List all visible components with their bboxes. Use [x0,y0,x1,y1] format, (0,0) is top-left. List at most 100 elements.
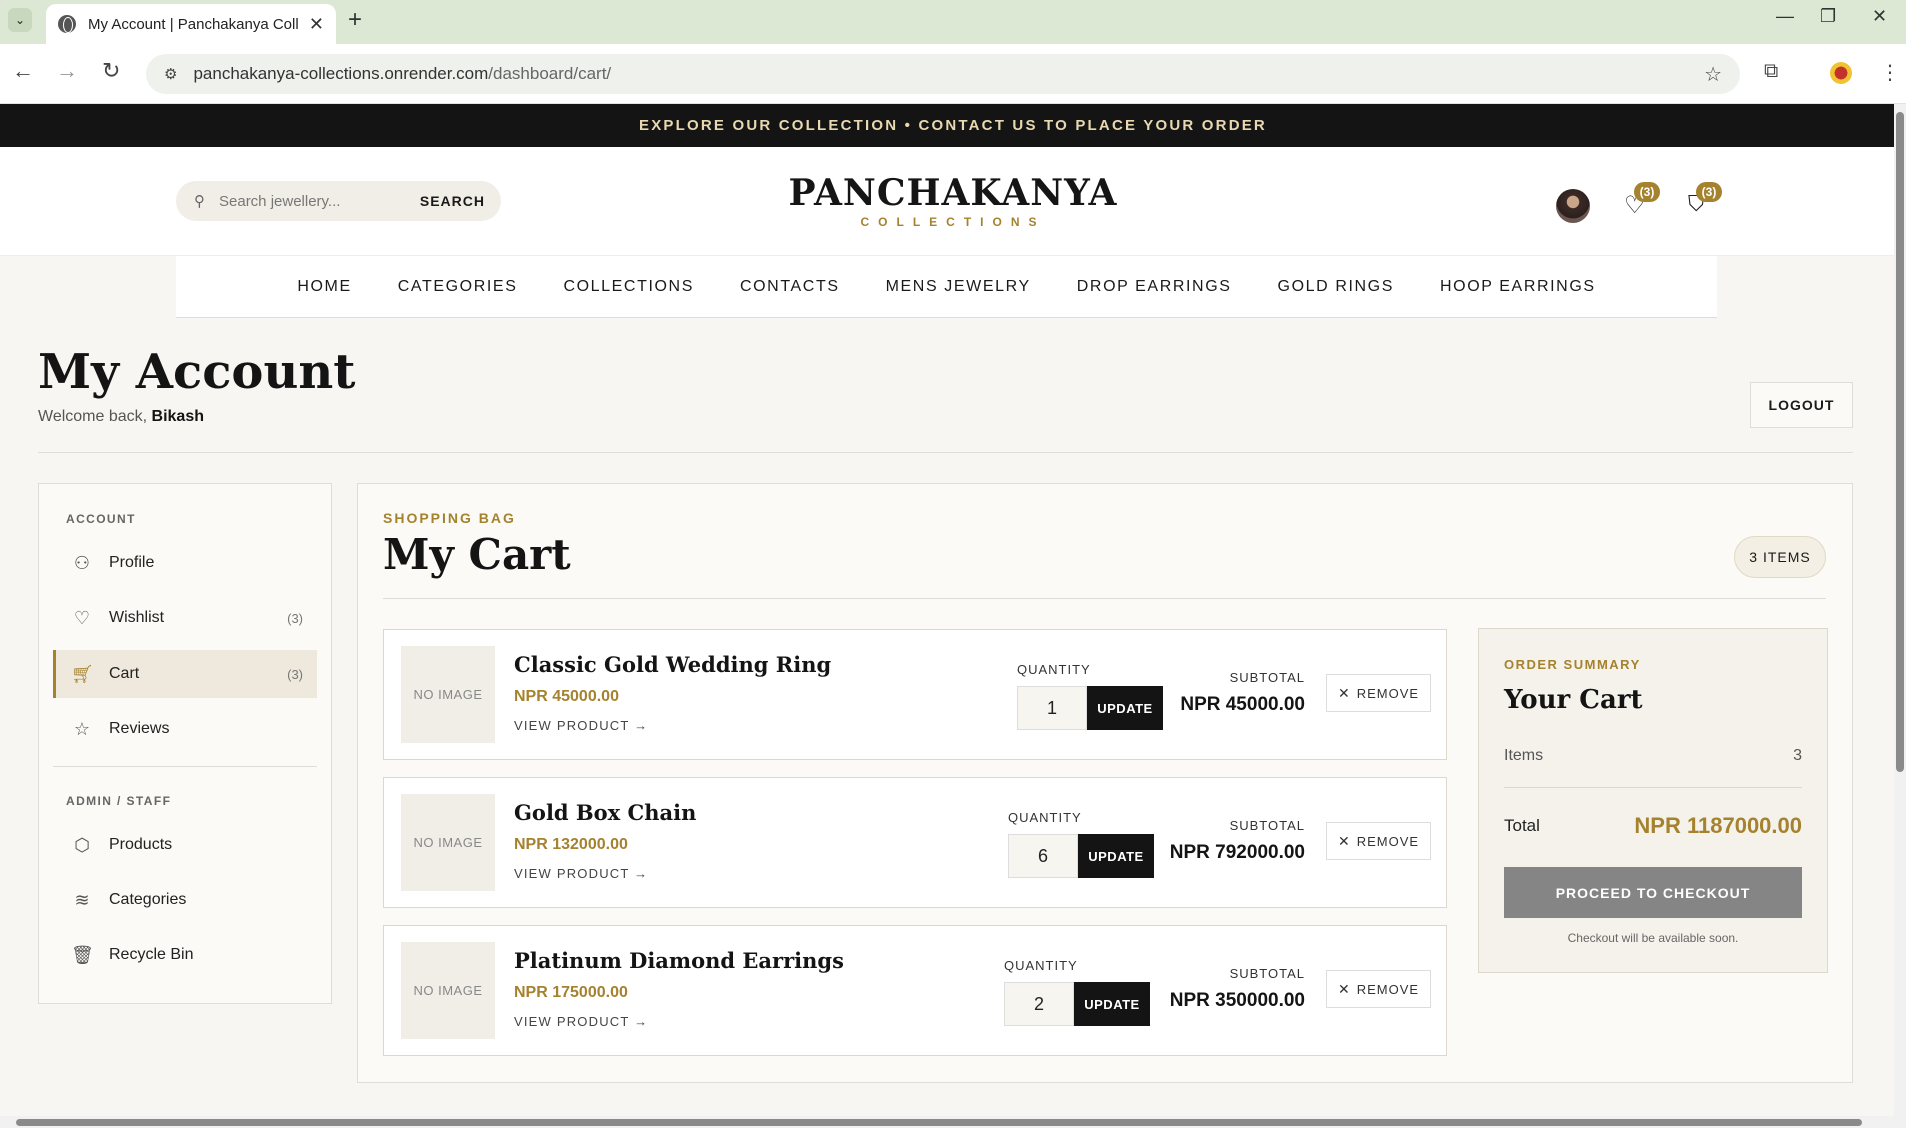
bookmark-star-icon[interactable]: ☆ [1704,62,1722,87]
sidebar-item-reviews[interactable]: ☆ Reviews [53,705,317,753]
product-image-placeholder[interactable]: NO IMAGE [401,646,495,743]
extensions-icon[interactable]: ⧉ [1764,60,1778,83]
logo-sub-text: COLLECTIONS [860,215,1046,229]
cart-badge: (3) [1696,182,1722,202]
sidebar-item-label: Categories [109,891,187,908]
summary-title: Your Cart [1504,685,1643,715]
nav-collections[interactable]: COLLECTIONS [563,278,694,296]
product-price: NPR 175000.00 [514,984,628,1001]
site-logo[interactable]: PANCHAKANYA COLLECTIONS [0,173,1906,229]
minimize-icon[interactable]: — [1776,6,1794,27]
nav-gold-rings[interactable]: GOLD RINGS [1278,278,1394,296]
url-path: /dashboard/cart/ [488,64,612,83]
close-window-icon[interactable]: ✕ [1872,6,1887,27]
browser-tab-active[interactable]: My Account | Panchakanya Coll ✕ [46,4,336,44]
product-image-placeholder[interactable]: NO IMAGE [401,794,495,891]
remove-label: REMOVE [1356,981,1420,997]
quantity-label: QUANTITY [1008,810,1082,825]
scrollbar-thumb[interactable] [16,1119,1862,1126]
subtotal-label: SUBTOTAL [1229,818,1305,833]
remove-label: REMOVE [1356,685,1420,701]
sidebar-item-cart[interactable]: 🛒︎ Cart (3) [53,650,317,698]
cart-item: NO IMAGE Classic Gold Wedding Ring NPR 4… [383,629,1447,760]
user-avatar[interactable] [1556,189,1590,223]
update-button[interactable]: UPDATE [1087,686,1163,730]
nav-hoop-earrings[interactable]: HOOP EARRINGS [1440,278,1596,296]
view-product-link[interactable]: VIEW PRODUCT → [514,1014,648,1029]
summary-divider [1504,787,1802,788]
cart-divider [383,598,1826,599]
nav-home[interactable]: HOME [297,278,351,296]
url-domain: panchakanya-collections.onrender.com [193,64,489,83]
sidebar-item-categories[interactable]: ≋ Categories [53,876,317,924]
close-icon: ✕ [1337,980,1351,997]
summary-items-row: Items 3 [1504,747,1802,765]
product-name: Platinum Diamond Earrings [514,948,844,973]
address-bar[interactable]: ⚙ panchakanya-collections.onrender.com/d… [146,54,1740,94]
tab-title: My Account | Panchakanya Coll [88,15,299,33]
quantity-input[interactable]: 2 [1004,982,1074,1026]
view-product-link[interactable]: VIEW PRODUCT → [514,866,648,881]
restore-icon[interactable]: ❐ [1820,6,1836,27]
sidebar-item-recycle-bin[interactable]: 🗑︎ Recycle Bin [53,931,317,979]
subtotal-label: SUBTOTAL [1229,670,1305,685]
remove-button[interactable]: ✕ REMOVE [1326,970,1431,1008]
horizontal-scrollbar[interactable] [0,1116,1894,1128]
scrollbar-thumb[interactable] [1896,112,1904,772]
browser-profile-avatar[interactable] [1830,62,1852,84]
sidebar-item-label: Reviews [109,720,170,737]
star-icon: ☆ [73,718,91,739]
sidebar-item-wishlist[interactable]: ♡ Wishlist (3) [53,594,317,642]
nav-drop-earrings[interactable]: DROP EARRINGS [1077,278,1232,296]
quantity-label: QUANTITY [1004,958,1078,973]
logout-button[interactable]: LOGOUT [1750,382,1853,428]
remove-button[interactable]: ✕ REMOVE [1326,674,1431,712]
summary-total-row: Total NPR 1187000.00 [1504,813,1802,839]
header-divider [38,452,1853,453]
sidebar-divider [53,766,317,767]
proceed-to-checkout-button[interactable]: PROCEED TO CHECKOUT [1504,867,1802,918]
sidebar-heading-admin: ADMIN / STAFF [66,794,172,808]
sidebar-item-label: Wishlist [109,609,165,626]
update-button[interactable]: UPDATE [1074,982,1150,1026]
site-info-icon[interactable]: ⚙ [164,65,177,83]
remove-label: REMOVE [1356,833,1420,849]
nav-mens-jewelry[interactable]: MENS JEWELRY [886,278,1031,296]
update-button[interactable]: UPDATE [1078,834,1154,878]
quantity-label: QUANTITY [1017,662,1091,677]
cart-eyebrow: SHOPPING BAG [383,510,516,526]
view-product-link[interactable]: VIEW PRODUCT → [514,718,648,733]
sidebar-item-label: Products [109,836,173,853]
summary-eyebrow: ORDER SUMMARY [1504,657,1641,672]
tab-search-icon[interactable]: ⌄ [8,8,32,32]
back-icon[interactable]: ← [12,58,34,84]
wishlist-badge: (3) [1634,182,1660,202]
browser-menu-icon[interactable]: ⋮ [1880,60,1900,85]
product-name: Gold Box Chain [514,800,697,825]
close-icon: ✕ [1337,832,1351,849]
vertical-scrollbar[interactable] [1894,104,1906,1128]
subtotal-value: NPR 792000.00 [1169,842,1305,863]
welcome-message: Welcome back, Bikash [38,408,204,426]
nav-contacts[interactable]: CONTACTS [740,278,840,296]
product-price: NPR 132000.00 [514,836,628,853]
summary-total-label: Total [1504,816,1540,835]
quantity-input[interactable]: 1 [1017,686,1087,730]
nav-categories[interactable]: CATEGORIES [398,278,518,296]
sidebar-item-products[interactable]: ⬡ Products [53,821,317,869]
close-tab-icon[interactable]: ✕ [309,14,324,35]
reload-icon[interactable]: ↻ [102,58,120,84]
new-tab-icon[interactable]: + [348,6,362,34]
product-price: NPR 45000.00 [514,688,619,705]
globe-icon [58,15,76,33]
account-sidebar: ACCOUNT ⚇ Profile ♡ Wishlist (3) 🛒︎ Cart… [38,483,332,1004]
quantity-input[interactable]: 6 [1008,834,1078,878]
sidebar-item-profile[interactable]: ⚇ Profile [53,539,317,587]
sidebar-item-label: Profile [109,554,155,571]
product-image-placeholder[interactable]: NO IMAGE [401,942,495,1039]
summary-items-label: Items [1504,747,1544,764]
subtotal-label: SUBTOTAL [1229,966,1305,981]
forward-icon[interactable]: → [56,58,78,84]
remove-button[interactable]: ✕ REMOVE [1326,822,1431,860]
heart-icon: ♡ [73,607,91,628]
